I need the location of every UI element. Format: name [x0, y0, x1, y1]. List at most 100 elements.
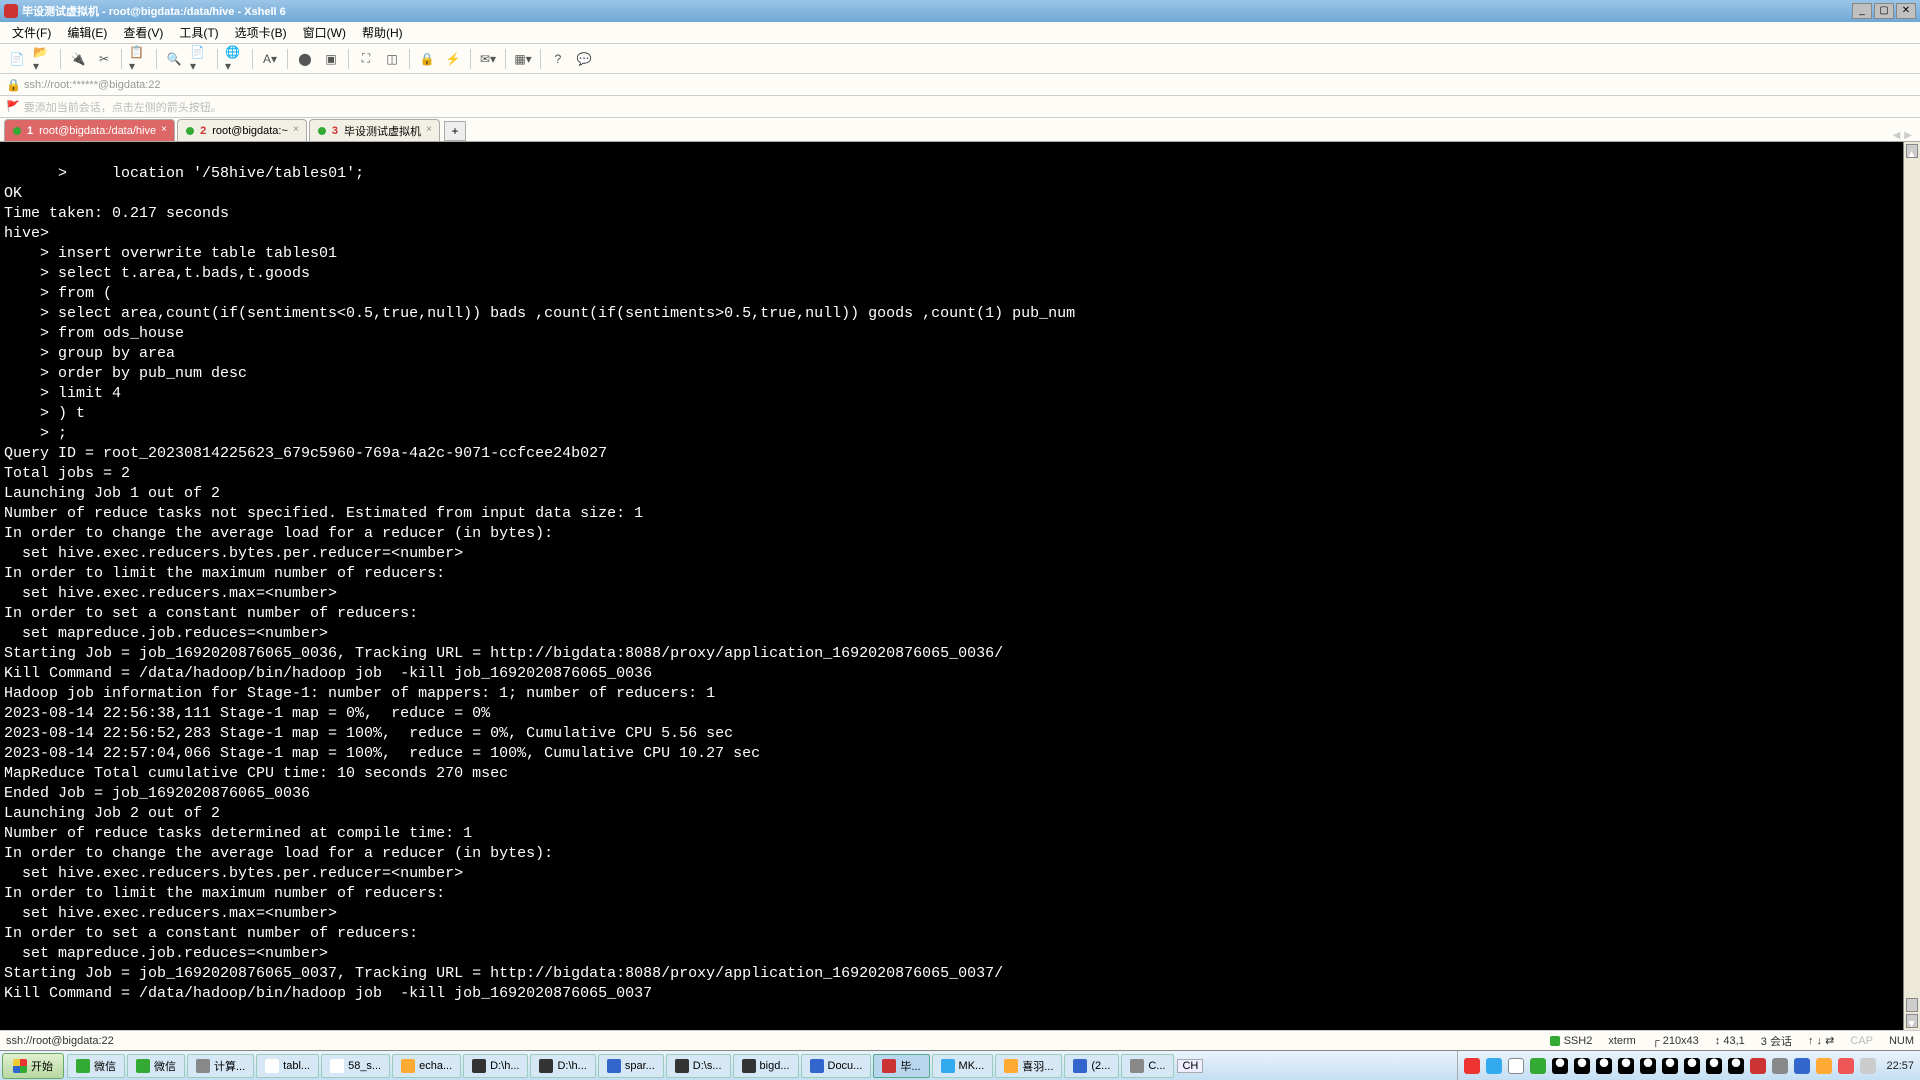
hint-text: 要添加当前会话，点击左侧的箭头按钮。 [24, 99, 222, 115]
language-indicator[interactable]: CH [1177, 1059, 1203, 1073]
taskbar-item[interactable]: 毕... [873, 1054, 929, 1078]
tray-icon[interactable] [1772, 1058, 1788, 1074]
taskbar-item[interactable]: bigd... [733, 1054, 799, 1078]
menu-edit[interactable]: 编辑(E) [61, 22, 113, 43]
keys-button[interactable]: ⚡ [442, 48, 464, 70]
scrollbar-down-icon[interactable]: ▾ [1906, 1014, 1918, 1028]
about-button[interactable]: 💬 [573, 48, 595, 70]
screenshot-button[interactable]: ▣ [320, 48, 342, 70]
tray-penguin-icon[interactable] [1640, 1058, 1656, 1074]
menu-file[interactable]: 文件(F) [6, 22, 57, 43]
status-pos: ↕ 43,1 [1715, 1035, 1745, 1047]
menu-window[interactable]: 窗口(W) [297, 22, 352, 43]
hint-bar: 🚩 要添加当前会话，点击左侧的箭头按钮。 [0, 96, 1920, 118]
scrollbar-thumb[interactable] [1906, 998, 1918, 1012]
tray-icon[interactable] [1486, 1058, 1502, 1074]
tray-penguin-icon[interactable] [1618, 1058, 1634, 1074]
tray-icon[interactable] [1750, 1058, 1766, 1074]
taskbar-item[interactable]: (2... [1064, 1054, 1119, 1078]
taskbar-item[interactable]: D:\h... [530, 1054, 595, 1078]
disconnect-button[interactable]: ✂ [93, 48, 115, 70]
status-proto: SSH2 [1550, 1035, 1593, 1047]
tray-icon[interactable] [1464, 1058, 1480, 1074]
start-button[interactable]: 开始 [2, 1053, 64, 1079]
tab-session-1[interactable]: 1 root@bigdata:/data/hive × [4, 119, 175, 141]
tray-icon[interactable] [1794, 1058, 1810, 1074]
tray-clock[interactable]: 22:57 [1886, 1060, 1914, 1072]
tab-close-icon[interactable]: × [158, 124, 170, 136]
highlight-button[interactable]: ⬤ [294, 48, 316, 70]
taskbar-item-icon [136, 1059, 150, 1073]
tray-penguin-icon[interactable] [1728, 1058, 1744, 1074]
tab-next-icon[interactable]: ▶ [1904, 130, 1912, 141]
tab-nav-arrows: ◀ ▶ [1893, 130, 1916, 141]
separator-icon [409, 49, 410, 69]
new-session-button[interactable]: 📄 [6, 48, 28, 70]
font-button[interactable]: A▾ [259, 48, 281, 70]
taskbar-item[interactable]: D:\s... [666, 1054, 731, 1078]
lock-button[interactable]: 🔒 [416, 48, 438, 70]
minimize-button[interactable]: _ [1852, 3, 1872, 19]
taskbar-item[interactable]: MK... [932, 1054, 994, 1078]
find-button[interactable]: 🔍 [163, 48, 185, 70]
taskbar-item[interactable]: C... [1121, 1054, 1174, 1078]
tray-penguin-icon[interactable] [1552, 1058, 1568, 1074]
taskbar-item[interactable]: tabl... [256, 1054, 319, 1078]
tab-session-2[interactable]: 2 root@bigdata:~ × [177, 119, 307, 141]
globe-button[interactable]: 🌐▾ [224, 48, 246, 70]
open-button[interactable]: 📂▾ [32, 48, 54, 70]
taskbar-item[interactable]: spar... [598, 1054, 664, 1078]
tray-icon[interactable] [1816, 1058, 1832, 1074]
scrollbar-up-icon[interactable]: ▴ [1906, 144, 1918, 158]
terminal-pane[interactable]: > location '/58hive/tables01'; OK Time t… [0, 142, 1920, 1030]
taskbar-item[interactable]: 58_s... [321, 1054, 390, 1078]
status-dot-icon [13, 127, 21, 135]
close-button[interactable]: ✕ [1896, 3, 1916, 19]
session-tabs: 1 root@bigdata:/data/hive × 2 root@bigda… [0, 118, 1920, 142]
tab-close-icon[interactable]: × [423, 124, 435, 136]
paste-button[interactable]: 📄▾ [189, 48, 211, 70]
add-tab-button[interactable]: + [444, 121, 466, 141]
taskbar-item[interactable]: 计算... [187, 1054, 254, 1078]
tray-icon[interactable] [1530, 1058, 1546, 1074]
taskbar-item[interactable]: 微信 [127, 1054, 185, 1078]
menu-tools[interactable]: 工具(T) [173, 22, 224, 43]
taskbar-item-label: 58_s... [348, 1060, 381, 1072]
taskbar-item[interactable]: echa... [392, 1054, 461, 1078]
layout-button[interactable]: ▦▾ [512, 48, 534, 70]
copy-button[interactable]: 📋▾ [128, 48, 150, 70]
maximize-button[interactable]: ▢ [1874, 3, 1894, 19]
tray-penguin-icon[interactable] [1706, 1058, 1722, 1074]
separator-icon [217, 49, 218, 69]
tray-penguin-icon[interactable] [1662, 1058, 1678, 1074]
menu-help[interactable]: 帮助(H) [356, 22, 409, 43]
reconnect-button[interactable]: 🔌 [67, 48, 89, 70]
taskbar-item-icon [941, 1059, 955, 1073]
compose-button[interactable]: ✉▾ [477, 48, 499, 70]
tray-icon[interactable] [1508, 1058, 1524, 1074]
taskbar-item[interactable]: 喜羽... [995, 1054, 1062, 1078]
tab-close-icon[interactable]: × [290, 124, 302, 136]
separator-icon [470, 49, 471, 69]
tab-number: 3 [332, 125, 338, 137]
fullscreen-button[interactable]: ⛶ [355, 48, 377, 70]
tray-icon[interactable] [1838, 1058, 1854, 1074]
taskbar-item[interactable]: Docu... [801, 1054, 872, 1078]
menu-tabs[interactable]: 选项卡(B) [229, 22, 293, 43]
taskbar-item-label: D:\h... [557, 1060, 586, 1072]
tab-prev-icon[interactable]: ◀ [1893, 130, 1901, 141]
help-button[interactable]: ? [547, 48, 569, 70]
taskbar-item[interactable]: D:\h... [463, 1054, 528, 1078]
status-sessions: 3 会话 [1761, 1033, 1792, 1049]
transparent-button[interactable]: ◫ [381, 48, 403, 70]
taskbar-item[interactable]: 微信 [67, 1054, 125, 1078]
menu-view[interactable]: 查看(V) [117, 22, 169, 43]
taskbar-item-icon [330, 1059, 344, 1073]
status-left: ssh://root@bigdata:22 [6, 1035, 1534, 1047]
tray-volume-icon[interactable] [1860, 1058, 1876, 1074]
tray-penguin-icon[interactable] [1596, 1058, 1612, 1074]
tray-penguin-icon[interactable] [1574, 1058, 1590, 1074]
tray-penguin-icon[interactable] [1684, 1058, 1700, 1074]
tab-session-3[interactable]: 3 毕设测试虚拟机 × [309, 119, 440, 141]
address-text[interactable]: ssh://root:******@bigdata:22 [24, 79, 161, 91]
